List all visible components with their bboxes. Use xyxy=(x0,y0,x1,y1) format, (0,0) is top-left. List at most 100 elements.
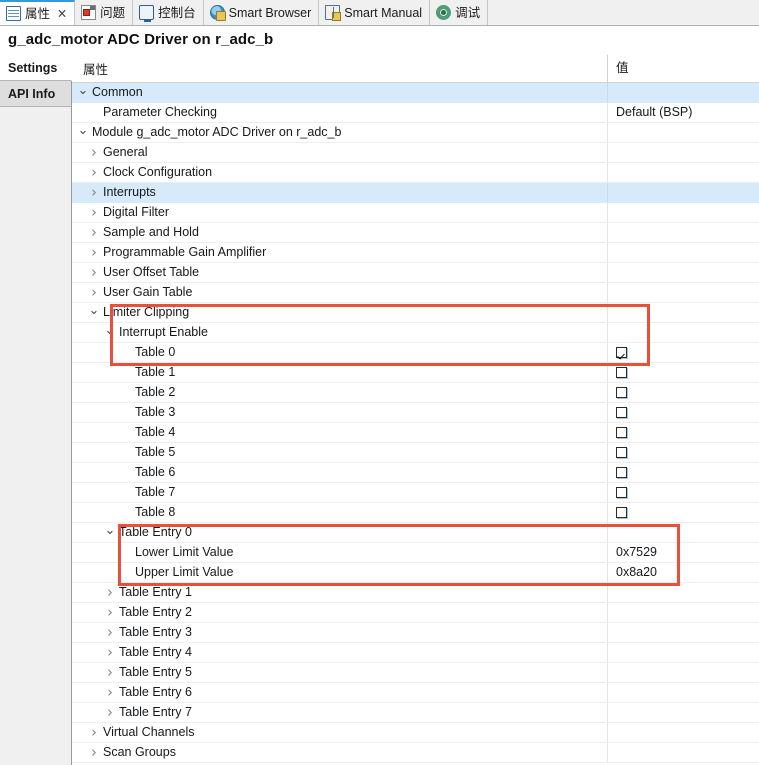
chevron-right-icon[interactable]: › xyxy=(104,645,116,660)
chevron-down-icon[interactable]: ⌄ xyxy=(77,124,89,141)
table-row[interactable]: Table 8 xyxy=(72,503,759,523)
row-value-cell[interactable] xyxy=(607,383,759,402)
checkbox[interactable] xyxy=(616,407,627,418)
chevron-right-icon[interactable]: › xyxy=(88,745,100,760)
chevron-right-icon[interactable]: › xyxy=(88,165,100,180)
row-value-cell[interactable] xyxy=(607,663,759,682)
table-row[interactable]: ⌄ Interrupt Enable xyxy=(72,323,759,343)
row-value-cell[interactable] xyxy=(607,143,759,162)
table-row[interactable]: › Table Entry 6 xyxy=(72,683,759,703)
row-value-cell[interactable] xyxy=(607,123,759,142)
row-value-cell[interactable] xyxy=(607,323,759,342)
row-value-cell[interactable] xyxy=(607,643,759,662)
left-tab-settings[interactable]: Settings xyxy=(0,55,72,81)
table-row[interactable]: ⌄ Common xyxy=(72,83,759,103)
table-row[interactable]: ⌄ Table Entry 0 xyxy=(72,523,759,543)
row-value-cell[interactable] xyxy=(607,703,759,722)
table-row[interactable]: Table 7 xyxy=(72,483,759,503)
chevron-down-icon[interactable]: ⌄ xyxy=(104,324,116,341)
chevron-right-icon[interactable]: › xyxy=(88,205,100,220)
row-value-cell[interactable] xyxy=(607,743,759,762)
table-row[interactable]: › Programmable Gain Amplifier xyxy=(72,243,759,263)
row-value-cell[interactable] xyxy=(607,483,759,502)
tab-book[interactable]: Smart Manual xyxy=(319,0,431,25)
row-value-cell[interactable] xyxy=(607,503,759,522)
table-row[interactable]: › Table Entry 4 xyxy=(72,643,759,663)
checkbox[interactable] xyxy=(616,447,627,458)
row-value-cell[interactable] xyxy=(607,423,759,442)
checkbox[interactable] xyxy=(616,487,627,498)
table-row[interactable]: Table 0 xyxy=(72,343,759,363)
row-value-cell[interactable] xyxy=(607,723,759,742)
row-value-cell[interactable] xyxy=(607,583,759,602)
row-value-cell[interactable]: 0x8a20 xyxy=(607,563,759,582)
table-row[interactable]: › General xyxy=(72,143,759,163)
tab-problems[interactable]: 问题 xyxy=(75,0,134,25)
checkbox[interactable] xyxy=(616,387,627,398)
table-row[interactable]: Table 5 xyxy=(72,443,759,463)
table-row[interactable]: › Table Entry 5 xyxy=(72,663,759,683)
chevron-down-icon[interactable]: ⌄ xyxy=(104,524,116,541)
table-row[interactable]: Table 6 xyxy=(72,463,759,483)
table-row[interactable]: Upper Limit Value 0x8a20 xyxy=(72,563,759,583)
tab-debug[interactable]: 调试 xyxy=(430,0,489,25)
table-row[interactable]: ⌄ Limiter Clipping xyxy=(72,303,759,323)
chevron-right-icon[interactable]: › xyxy=(88,145,100,160)
table-row[interactable]: › Table Entry 7 xyxy=(72,703,759,723)
table-row[interactable]: › Virtual Channels xyxy=(72,723,759,743)
row-value-cell[interactable]: 0x7529 xyxy=(607,543,759,562)
chevron-right-icon[interactable]: › xyxy=(104,665,116,680)
chevron-right-icon[interactable]: › xyxy=(88,725,100,740)
row-value-cell[interactable] xyxy=(607,463,759,482)
row-value-cell[interactable] xyxy=(607,683,759,702)
chevron-down-icon[interactable]: ⌄ xyxy=(88,304,100,321)
row-value-cell[interactable]: Default (BSP) xyxy=(607,103,759,122)
chevron-right-icon[interactable]: › xyxy=(104,585,116,600)
row-value-cell[interactable] xyxy=(607,283,759,302)
table-row[interactable]: › User Offset Table xyxy=(72,263,759,283)
table-row[interactable]: ⌄ Module g_adc_motor ADC Driver on r_adc_… xyxy=(72,123,759,143)
chevron-right-icon[interactable]: › xyxy=(88,225,100,240)
tab-properties[interactable]: 属性 ✕ xyxy=(0,0,76,25)
table-row[interactable]: › User Gain Table xyxy=(72,283,759,303)
checkbox[interactable] xyxy=(616,427,627,438)
row-value-cell[interactable] xyxy=(607,403,759,422)
table-row[interactable]: › Clock Configuration xyxy=(72,163,759,183)
chevron-down-icon[interactable]: ⌄ xyxy=(77,84,89,101)
row-value-cell[interactable] xyxy=(607,343,759,362)
table-row[interactable]: Table 2 xyxy=(72,383,759,403)
row-value-cell[interactable] xyxy=(607,163,759,182)
checkbox[interactable] xyxy=(616,347,627,358)
row-value-cell[interactable] xyxy=(607,263,759,282)
chevron-right-icon[interactable]: › xyxy=(104,605,116,620)
table-row[interactable]: › Digital Filter xyxy=(72,203,759,223)
table-row[interactable]: › Table Entry 3 xyxy=(72,623,759,643)
chevron-right-icon[interactable]: › xyxy=(104,625,116,640)
row-value-cell[interactable] xyxy=(607,183,759,202)
row-value-cell[interactable] xyxy=(607,623,759,642)
table-row[interactable]: Table 4 xyxy=(72,423,759,443)
chevron-right-icon[interactable]: › xyxy=(88,265,100,280)
left-tab-api-info[interactable]: API Info xyxy=(0,81,71,107)
chevron-right-icon[interactable]: › xyxy=(88,185,100,200)
table-row[interactable]: › Table Entry 1 xyxy=(72,583,759,603)
row-value-cell[interactable] xyxy=(607,603,759,622)
chevron-right-icon[interactable]: › xyxy=(88,285,100,300)
row-value-cell[interactable] xyxy=(607,243,759,262)
checkbox[interactable] xyxy=(616,507,627,518)
table-row[interactable]: Lower Limit Value 0x7529 xyxy=(72,543,759,563)
table-row[interactable]: › Sample and Hold xyxy=(72,223,759,243)
checkbox[interactable] xyxy=(616,367,627,378)
table-row[interactable]: › Interrupts xyxy=(72,183,759,203)
row-value-cell[interactable] xyxy=(607,363,759,382)
table-row[interactable]: Parameter Checking Default (BSP) xyxy=(72,103,759,123)
table-row[interactable]: Table 3 xyxy=(72,403,759,423)
chevron-right-icon[interactable]: › xyxy=(104,705,116,720)
tab-console[interactable]: 控制台 xyxy=(133,0,204,25)
row-value-cell[interactable] xyxy=(607,443,759,462)
table-row[interactable]: › Scan Groups xyxy=(72,743,759,763)
chevron-right-icon[interactable]: › xyxy=(88,245,100,260)
checkbox[interactable] xyxy=(616,467,627,478)
chevron-right-icon[interactable]: › xyxy=(104,685,116,700)
row-value-cell[interactable] xyxy=(607,203,759,222)
